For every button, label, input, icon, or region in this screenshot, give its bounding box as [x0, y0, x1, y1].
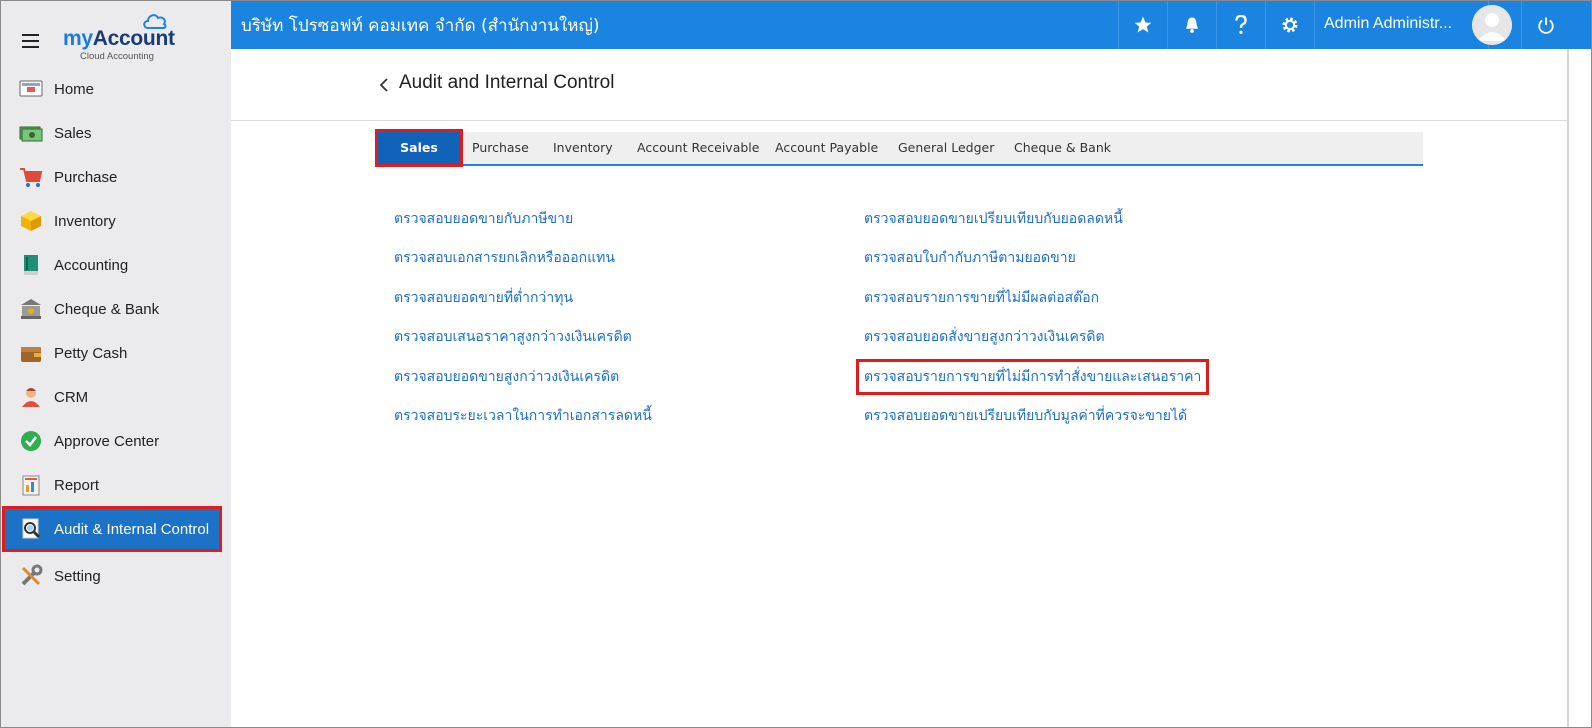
gear-icon [1282, 17, 1297, 33]
sidebar-item-label: Home [54, 80, 95, 98]
sidebar-item-label: Petty Cash [54, 344, 128, 362]
notification-button[interactable] [1167, 1, 1215, 49]
audit-link[interactable]: ตรวจสอบยอดขายเปรียบเทียบกับมูลค่าที่ควรจ… [864, 405, 1187, 427]
sidebar-item-approve-center[interactable]: Approve Center [1, 419, 231, 463]
tab-inventory[interactable]: Inventory [553, 132, 613, 164]
check-circle-icon [21, 431, 41, 451]
audit-link[interactable]: ตรวจสอบใบกำกับภาษีตามยอดขาย [864, 247, 1076, 269]
sidebar-item-accounting[interactable]: Accounting [1, 243, 231, 287]
people-icon [22, 388, 40, 407]
user-silhouette-icon [1472, 5, 1512, 45]
box-icon [21, 211, 41, 231]
sidebar-item-label: Cheque & Bank [54, 300, 160, 318]
help-icon [1234, 15, 1247, 34]
audit-link[interactable]: ตรวจสอบเสนอราคาสูงกว่าวงเงินเครดิต [394, 326, 632, 348]
tab-sales[interactable]: Sales [375, 129, 463, 167]
back-chevron-icon[interactable] [377, 77, 393, 93]
report-icon [22, 475, 40, 496]
sidebar-item-petty-cash[interactable]: Petty Cash [1, 331, 231, 375]
logout-button[interactable] [1521, 1, 1569, 49]
tab-account-receivable[interactable]: Account Receivable [637, 132, 759, 164]
audit-link-highlighted[interactable]: ตรวจสอบรายการขายที่ไม่มีการทำสั่งขายและเ… [855, 359, 1210, 395]
sidebar-item-label: Accounting [54, 256, 129, 274]
favorite-button[interactable] [1118, 1, 1166, 49]
top-bar: บริษัท โปรซอฟท์ คอมเทค จำกัด (สำนักงานให… [231, 1, 1591, 49]
sidebar-item-label: Report [54, 476, 100, 494]
audit-link[interactable]: ตรวจสอบยอดขายสูงกว่าวงเงินเครดิต [394, 366, 619, 388]
sidebar: myAccount Cloud Accounting Home Sales Pu… [1, 1, 231, 727]
audit-link[interactable]: ตรวจสอบเอกสารยกเลิกหรือออกแทน [394, 247, 615, 269]
tab-cheque-bank[interactable]: Cheque & Bank [1014, 132, 1111, 164]
wallet-icon [21, 347, 41, 362]
sidebar-item-purchase[interactable]: Purchase [1, 155, 231, 199]
brand-subtitle: Cloud Accounting [80, 51, 154, 62]
sidebar-item-setting[interactable]: Setting [1, 554, 231, 598]
power-icon [1537, 17, 1554, 34]
audit-link[interactable]: ตรวจสอบยอดสั่งขายสูงกว่าวงเงินเครดิต [864, 326, 1105, 348]
sidebar-item-label: CRM [54, 388, 89, 406]
tab-account-payable[interactable]: Account Payable [775, 132, 878, 164]
app-window: myAccount Cloud Accounting Home Sales Pu… [0, 0, 1592, 728]
page-title: Audit and Internal Control [399, 72, 615, 93]
category-tabs: Sales Purchase Inventory Account Receiva… [375, 129, 1423, 167]
user-name: Admin Administr... [1324, 15, 1453, 32]
sidebar-item-label: Audit & Internal Control [54, 520, 210, 538]
avatar[interactable] [1472, 5, 1512, 45]
brand-logo[interactable]: myAccount Cloud Accounting [63, 9, 193, 65]
audit-icon [22, 518, 41, 539]
star-icon [1134, 16, 1151, 33]
sidebar-item-label: Purchase [54, 168, 118, 186]
company-name[interactable]: บริษัท โปรซอฟท์ คอมเทค จำกัด (สำนักงานให… [241, 12, 600, 39]
hamburger-menu-icon[interactable] [22, 34, 39, 48]
settings-button[interactable] [1265, 1, 1313, 49]
sidebar-item-inventory[interactable]: Inventory [1, 199, 231, 243]
sidebar-item-home[interactable]: Home [1, 67, 231, 111]
tab-purchase[interactable]: Purchase [472, 132, 529, 164]
sidebar-item-audit-internal-control[interactable]: Audit & Internal Control [2, 506, 222, 552]
bank-icon [21, 299, 41, 319]
main-content: Audit and Internal Control Sales Purchas… [231, 49, 1569, 727]
book-icon [24, 255, 38, 275]
bell-icon [1185, 17, 1198, 33]
brand-name: myAccount [63, 27, 175, 50]
sidebar-item-cheque-bank[interactable]: Cheque & Bank [1, 287, 231, 331]
sales-money-icon [19, 126, 43, 142]
audit-link[interactable]: ตรวจสอบระยะเวลาในการทำเอกสารลดหนี้ [394, 405, 652, 427]
home-icon [19, 80, 43, 97]
sidebar-item-label: Sales [54, 124, 92, 142]
tools-icon [21, 564, 43, 586]
cart-icon [20, 168, 43, 187]
logo-area: myAccount Cloud Accounting [1, 1, 231, 67]
audit-link[interactable]: ตรวจสอบยอดขายกับภาษีขาย [394, 208, 573, 230]
sidebar-item-crm[interactable]: CRM [1, 375, 231, 419]
audit-link[interactable]: ตรวจสอบยอดขายเปรียบเทียบกับยอดลดหนี้ [864, 208, 1123, 230]
sidebar-item-label: Inventory [54, 212, 116, 230]
page-header: Audit and Internal Control [231, 49, 1569, 121]
sidebar-item-sales[interactable]: Sales [1, 111, 231, 155]
sidebar-item-label: Setting [54, 567, 101, 585]
audit-link[interactable]: ตรวจสอบยอดขายที่ต่ำกว่าทุน [394, 287, 573, 309]
scrollbar-edge [1567, 49, 1569, 727]
tab-general-ledger[interactable]: General Ledger [898, 132, 994, 164]
help-button[interactable] [1216, 1, 1264, 49]
sidebar-item-label: Approve Center [54, 432, 160, 450]
audit-link[interactable]: ตรวจสอบรายการขายที่ไม่มีผลต่อสต๊อก [864, 287, 1099, 309]
sidebar-item-report[interactable]: Report [1, 463, 231, 507]
